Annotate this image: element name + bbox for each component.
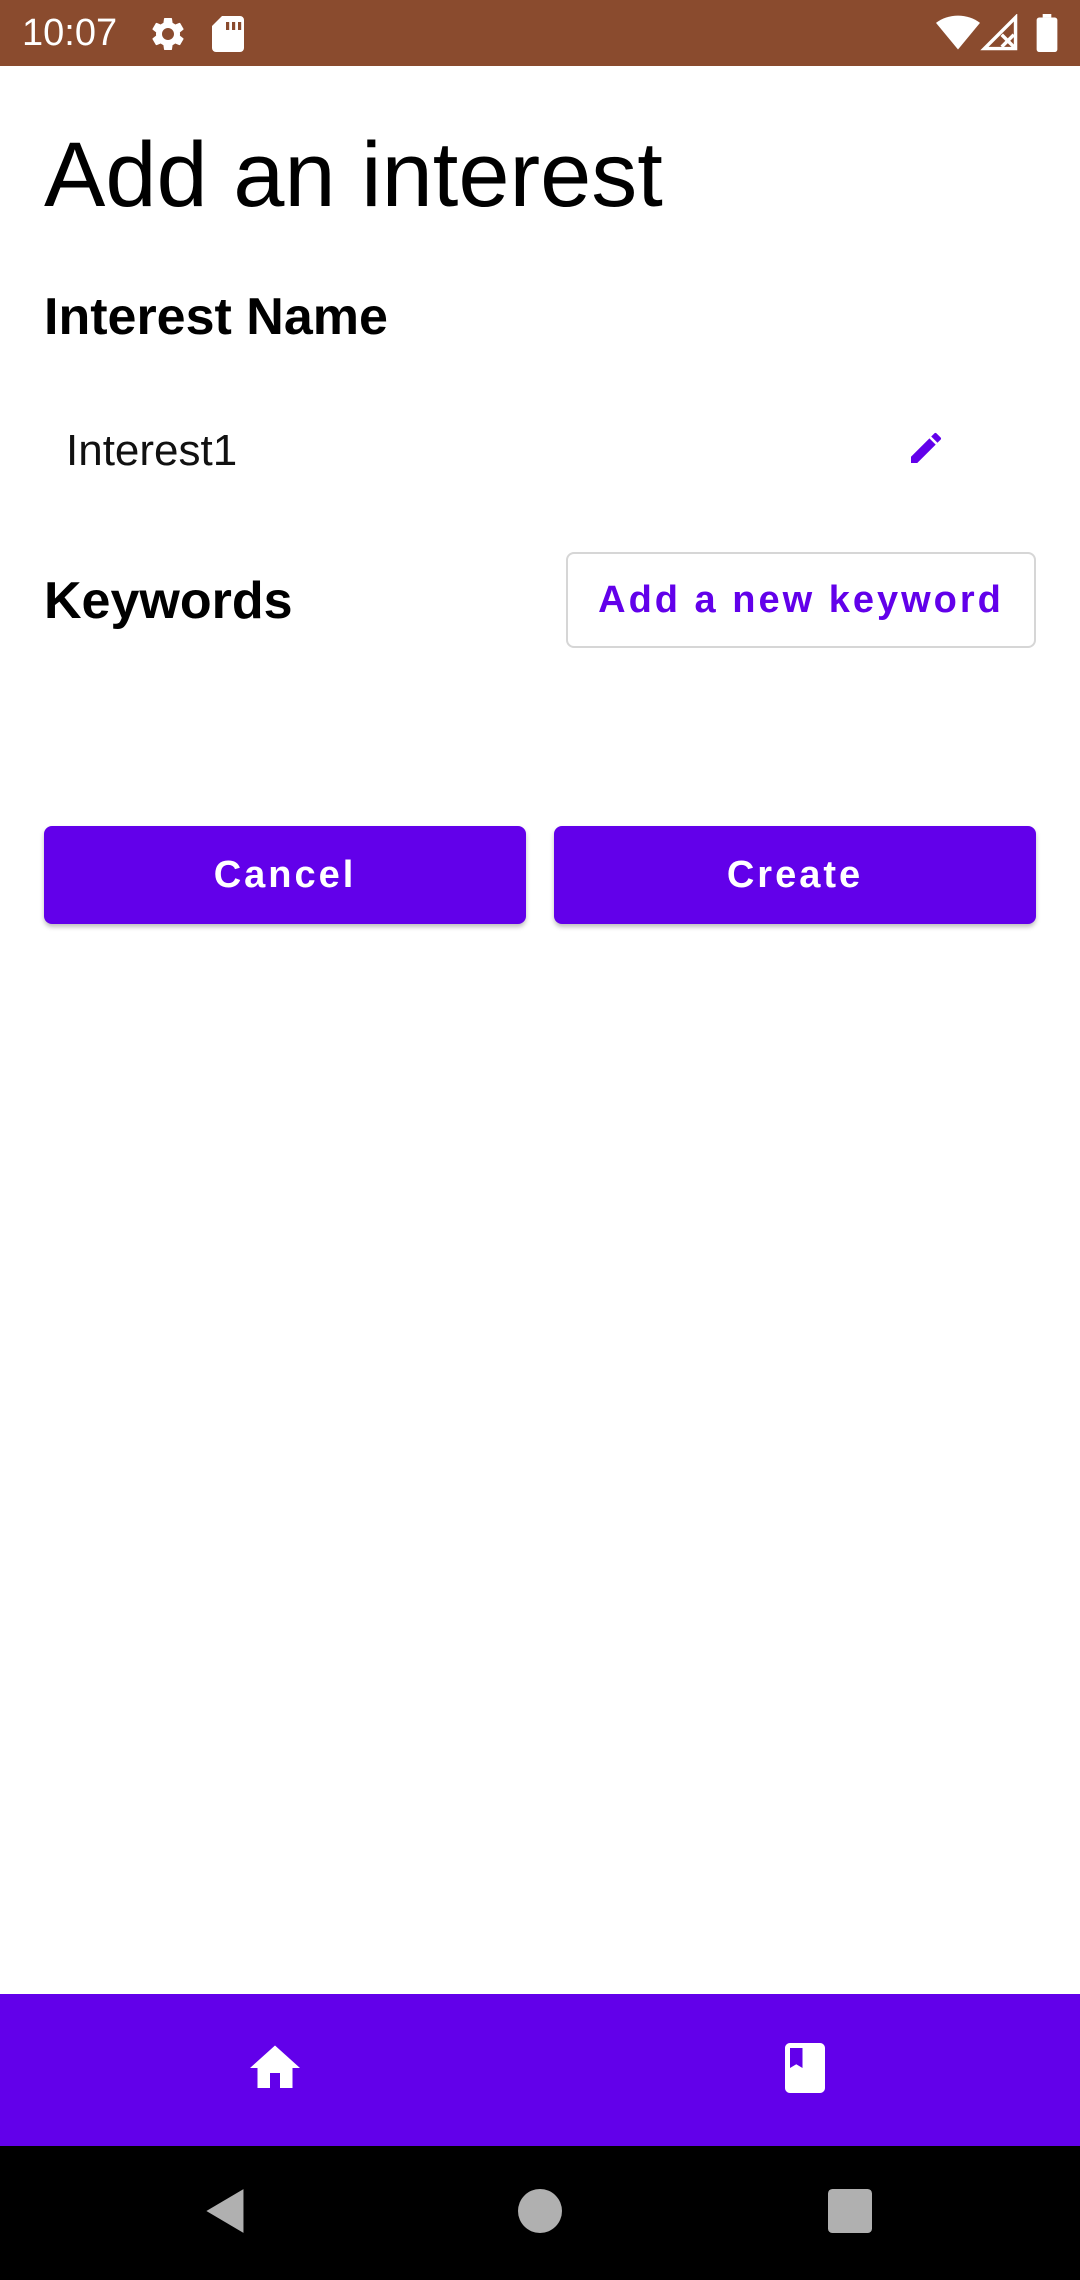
- settings-icon: [148, 14, 188, 54]
- add-keyword-button[interactable]: Add a new keyword: [566, 552, 1036, 648]
- create-button[interactable]: Create: [554, 826, 1036, 924]
- add-interest-screen: 10:07 Add an interest Interest Name Inte…: [0, 0, 1080, 2280]
- system-home-button[interactable]: [480, 2146, 600, 2280]
- home-circle-icon: [518, 2188, 562, 2238]
- bottom-navigation: [0, 1994, 1080, 2146]
- system-recents-button[interactable]: [790, 2146, 910, 2280]
- keywords-label: Keywords: [44, 572, 293, 630]
- status-bar: 10:07: [0, 0, 1080, 66]
- status-time: 10:07: [22, 12, 118, 54]
- battery-icon: [1036, 14, 1058, 52]
- cancel-button[interactable]: Cancel: [44, 826, 526, 924]
- nav-item-home[interactable]: [5, 1994, 545, 2146]
- back-icon: [204, 2187, 248, 2240]
- system-navigation-bar: [0, 2146, 1080, 2280]
- system-back-button[interactable]: [166, 2146, 286, 2280]
- edit-name-button[interactable]: [898, 422, 954, 478]
- nav-item-saved[interactable]: [535, 1994, 1075, 2146]
- wifi-icon: [936, 14, 980, 52]
- home-icon: [245, 2038, 305, 2103]
- edit-icon: [906, 428, 946, 473]
- sd-card-icon: [210, 14, 246, 54]
- recents-icon: [828, 2188, 872, 2238]
- interest-name-label: Interest Name: [44, 288, 388, 346]
- signal-off-icon: [980, 14, 1020, 52]
- interest-name-value: Interest1: [66, 426, 238, 475]
- page-title: Add an interest: [44, 124, 663, 226]
- bookmark-book-icon: [775, 2038, 835, 2103]
